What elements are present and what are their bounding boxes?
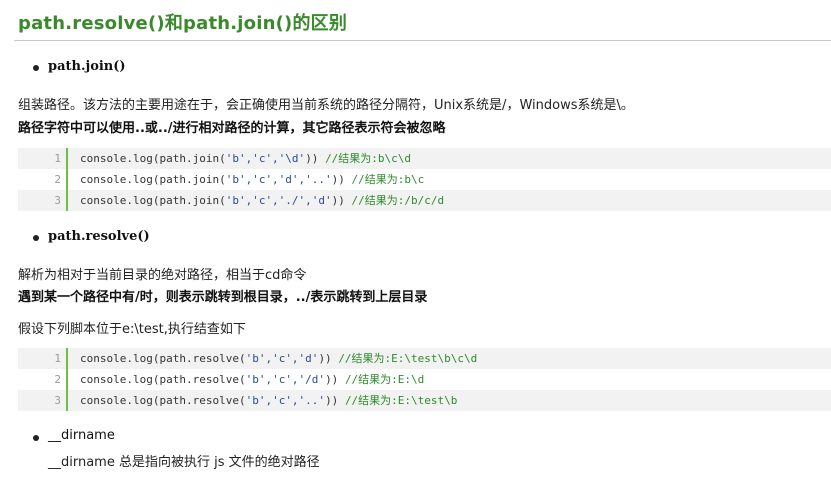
resolve-note: 遇到某一个路径中有/时，则表示跳转到根目录，../表示跳转到上层目录 <box>18 290 428 305</box>
code-gutter <box>66 169 68 190</box>
code-line: 1 console.log(path.join('b','c','\d')) /… <box>18 148 831 169</box>
resolve-heading: path.resolve() <box>48 229 150 244</box>
line-number: 1 <box>54 352 61 365</box>
join-heading: path.join() <box>48 59 126 74</box>
dirname-description: __dirname 总是指向被执行 js 文件的绝对路径 <box>48 455 320 470</box>
code-line: 2 console.log(path.join('b','c','d','..'… <box>18 169 831 190</box>
page-title: path.resolve()和path.join()的区别 <box>18 13 348 34</box>
bullet-dot-icon <box>33 435 39 441</box>
line-number: 3 <box>54 194 61 207</box>
code-gutter <box>66 190 68 211</box>
resolve-description: 解析为相对于当前目录的绝对路径，相当于cd命令 <box>18 268 307 283</box>
code-gutter <box>66 390 68 411</box>
resolve-assumption: 假设下列脚本位于e:\test,执行结查如下 <box>18 322 246 337</box>
code-text: console.log(path.join('b','c','\d')) //结… <box>80 152 412 165</box>
dirname-heading: __dirname <box>48 428 115 443</box>
code-line: 3 console.log(path.join('b','c','./','d'… <box>18 190 831 211</box>
line-number: 2 <box>54 173 61 186</box>
join-description: 组装路径。该方法的主要用途在于，会正确使用当前系统的路径分隔符，Unix系统是/… <box>18 98 634 113</box>
code-line: 3 console.log(path.resolve('b','c','..')… <box>18 390 831 411</box>
code-text: console.log(path.join('b','c','./','d'))… <box>80 194 445 207</box>
bullet-dot-icon <box>33 65 39 71</box>
title-divider <box>14 40 831 41</box>
code-text: console.log(path.resolve('b','c','/d')) … <box>80 373 425 386</box>
line-number: 1 <box>54 152 61 165</box>
code-gutter <box>66 348 68 369</box>
code-gutter <box>66 148 68 169</box>
resolve-code-block: 1 console.log(path.resolve('b','c','d'))… <box>18 348 831 411</box>
join-note: 路径字符中可以使用..或../进行相对路径的计算，其它路径表示符会被忽略 <box>18 121 446 136</box>
code-text: console.log(path.resolve('b','c','d')) /… <box>80 352 478 365</box>
code-line: 2 console.log(path.resolve('b','c','/d')… <box>18 369 831 390</box>
code-line: 1 console.log(path.resolve('b','c','d'))… <box>18 348 831 369</box>
code-gutter <box>66 369 68 390</box>
code-text: console.log(path.resolve('b','c','..')) … <box>80 394 458 407</box>
code-text: console.log(path.join('b','c','d','..'))… <box>80 173 425 186</box>
article-page: path.resolve()和path.join()的区别 path.join(… <box>0 0 831 486</box>
join-code-block: 1 console.log(path.join('b','c','\d')) /… <box>18 148 831 211</box>
bullet-dot-icon <box>33 235 39 241</box>
line-number: 3 <box>54 394 61 407</box>
line-number: 2 <box>54 373 61 386</box>
